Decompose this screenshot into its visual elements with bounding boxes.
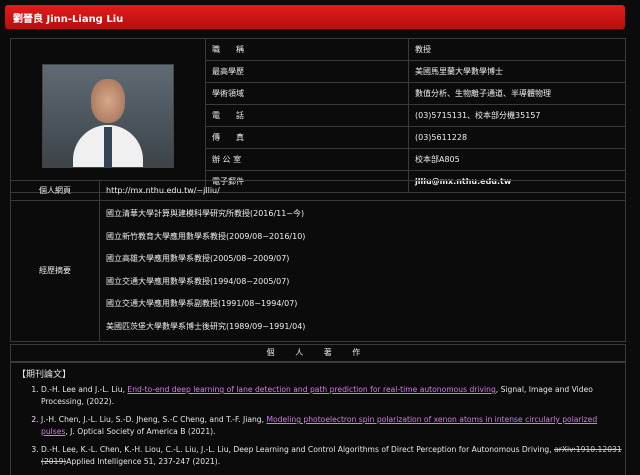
profile-value: 數值分析、生物離子通道、半導體物理 [408, 82, 626, 105]
experience-item: 國立交通大學應用數學系教授(1994/08~2005/07) [106, 276, 290, 286]
homepage-link[interactable]: http://mx.nthu.edu.tw/~jlliu/ [99, 180, 626, 201]
experience-item: 國立新竹教育大學應用數學系教授(2009/08~2016/10) [106, 231, 306, 241]
works-section-header: 個 人 著 作 [10, 344, 626, 362]
experience-item: 國立清華大學計算與建模科學研究所教授(2016/11~今) [106, 209, 305, 218]
publication-item: J.-H. Chen, J.-L. Liu, S.-D. Jheng, S.-C… [41, 414, 625, 438]
profile-label: 職 稱 [205, 38, 409, 61]
publication-authors: D.-H. Lee and J.-L. Liu, [41, 385, 128, 394]
profile-label: 學術領域 [205, 82, 409, 105]
publication-venue: , J. Optical Society of America B (2021)… [65, 427, 216, 436]
publication-authors: J.-H. Chen, J.-L. Liu, S.-D. Jheng, S.-C… [41, 415, 267, 424]
experience-item: 國立高雄大學應用數學系教授(2005/08~2009/07) [106, 254, 290, 264]
homepage-label: 個人網頁 [10, 180, 100, 201]
publications-panel: 【期刊論文】 D.-H. Lee and J.-L. Liu, End-to-e… [10, 362, 626, 475]
page-title: 劉晉良 Jinn-Liang Liu [13, 14, 124, 25]
profile-value: 教授 [408, 38, 626, 61]
profile-value: 校本部A805 [408, 148, 626, 171]
profile-value: (03)5611228 [408, 126, 626, 149]
publication-item: D.-H. Lee, K.-L. Chen, K.-H. Liou, C.-L.… [41, 444, 625, 468]
profile-label: 最高學歷 [205, 60, 409, 83]
experience-label: 經歷摘要 [10, 200, 100, 342]
profile-label: 電 話 [205, 104, 409, 127]
experience-item: 國立交通大學應用數學系副教授(1991/08~1994/07) [106, 299, 298, 309]
experience-item: 美國匹茨堡大學數學系博士後研究(1989/09~1991/04) [106, 321, 306, 331]
detail-table: 個人網頁 http://mx.nthu.edu.tw/~jlliu/ 經歷摘要 … [10, 180, 626, 342]
publication-link[interactable]: End-to-end deep learning of lane detecti… [127, 385, 495, 394]
publication-venue: Applied Intelligence 51, 237-247 (2021). [66, 457, 221, 466]
profile-table: 職 稱 教授 最高學歷 美國馬里蘭大學數學博士 學術領域 數值分析、生物離子通道、半… [10, 38, 626, 193]
publication-authors: D.-H. Lee, K.-L. Chen, K.-H. Liou, C.-L.… [41, 445, 555, 454]
profile-photo-cell [10, 38, 206, 193]
experience-list: 國立清華大學計算與建模科學研究所教授(2016/11~今) 國立新竹教育大學應用… [99, 200, 626, 342]
publications-heading: 【期刊論文】 [17, 370, 72, 380]
title-bar: 劉晉良 Jinn-Liang Liu [5, 5, 625, 29]
publication-list: D.-H. Lee and J.-L. Liu, End-to-end deep… [11, 384, 625, 468]
profile-photo [42, 63, 174, 168]
page: 劉晉良 Jinn-Liang Liu 職 稱 教授 最高學歷 美國馬里蘭大學數學博… [0, 0, 640, 475]
publication-item: D.-H. Lee and J.-L. Liu, End-to-end deep… [41, 384, 625, 408]
profile-label: 辦 公 室 [205, 148, 409, 171]
profile-value: (03)5715131、校本部分機35157 [408, 104, 626, 127]
profile-value: 美國馬里蘭大學數學博士 [408, 60, 626, 83]
profile-label: 傳 真 [205, 126, 409, 149]
